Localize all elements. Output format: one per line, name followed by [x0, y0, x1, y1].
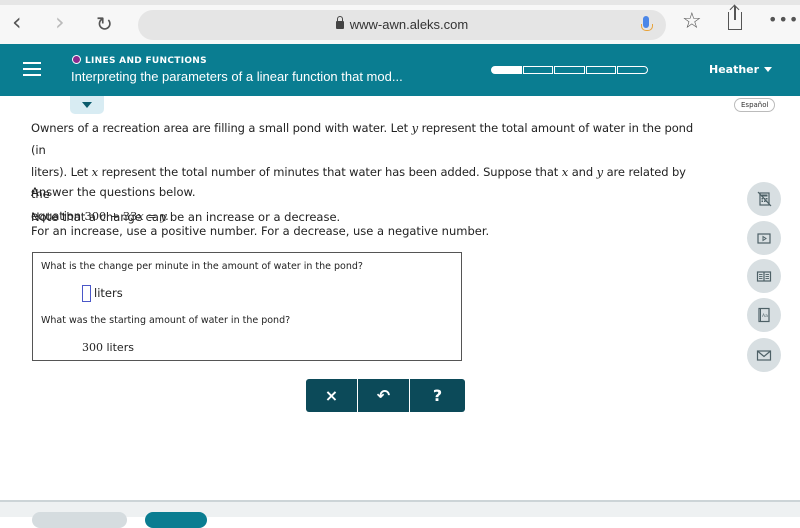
app-header: LINES AND FUNCTIONS Interpreting the par…	[0, 44, 800, 96]
more-options-button[interactable]: •••	[768, 10, 799, 29]
video-button[interactable]	[747, 221, 781, 255]
caret-down-icon	[764, 67, 773, 72]
message-button[interactable]	[747, 338, 781, 372]
answer-action-buttons: × ↶ ?	[306, 379, 465, 412]
user-name: Heather	[709, 63, 760, 76]
progress-segment	[617, 66, 648, 74]
calculator-disabled-button[interactable]	[747, 182, 781, 216]
tab-strip	[0, 0, 800, 5]
answer-panel: What is the change per minute in the amo…	[32, 252, 462, 361]
question-1-label: What is the change per minute in the amo…	[41, 261, 363, 272]
calculator-disabled-icon	[757, 191, 772, 207]
back-button[interactable]: ‹	[12, 10, 22, 34]
svg-text:Aa: Aa	[762, 313, 768, 319]
footer-secondary-button[interactable]	[32, 512, 127, 528]
note-line-1: Note that a change can be an increase or…	[31, 210, 341, 224]
topic-status-dot-icon	[72, 55, 81, 64]
progress-segment	[522, 66, 554, 74]
starting-amount-value: 300	[82, 341, 103, 354]
open-book-icon	[756, 271, 772, 282]
url-display: www-awn.aleks.com	[138, 16, 666, 32]
microphone-icon[interactable]	[641, 16, 653, 31]
play-video-icon	[757, 233, 771, 244]
progress-segment	[554, 66, 585, 74]
lock-icon	[335, 16, 344, 29]
browser-toolbar: ‹ › ↻ www-awn.aleks.com ☆ •••	[0, 0, 800, 44]
note-line-2: For an increase, use a positive number. …	[31, 224, 490, 238]
question-2-label: What was the starting amount of water in…	[41, 315, 291, 326]
help-button[interactable]: ?	[410, 379, 465, 412]
language-toggle-button[interactable]: Español	[734, 98, 776, 112]
answer-prompt: Answer the questions below.	[31, 185, 196, 199]
progress-segment	[491, 66, 522, 74]
hamburger-menu-icon[interactable]	[23, 62, 41, 76]
footer-bar	[0, 500, 800, 528]
question-1-unit: liters	[94, 286, 123, 300]
question-2-unit: liters	[106, 341, 134, 354]
forward-button[interactable]: ›	[55, 10, 65, 34]
dictionary-button[interactable]: Aa	[747, 298, 781, 332]
topic-label: LINES AND FUNCTIONS	[72, 55, 207, 66]
user-menu[interactable]: Heather	[709, 63, 773, 76]
reload-button[interactable]: ↻	[96, 12, 113, 36]
change-per-minute-input[interactable]	[82, 285, 91, 302]
url-text: www-awn.aleks.com	[349, 17, 469, 32]
textbook-button[interactable]	[747, 259, 781, 293]
share-icon[interactable]	[728, 6, 742, 30]
clear-button[interactable]: ×	[306, 379, 357, 412]
progress-bar	[491, 66, 648, 74]
progress-segment	[585, 66, 617, 74]
bookmark-star-button[interactable]: ☆	[682, 9, 702, 34]
dictionary-icon: Aa	[758, 307, 770, 323]
problem-line-1: Owners of a recreation area are filling …	[31, 121, 694, 157]
topic-name: LINES AND FUNCTIONS	[85, 56, 207, 66]
lesson-title: Interpreting the parameters of a linear …	[71, 69, 403, 84]
starting-amount-answer: 300 liters	[82, 341, 134, 354]
collapse-toggle-button[interactable]	[70, 96, 104, 114]
envelope-icon	[756, 350, 772, 361]
address-bar[interactable]: www-awn.aleks.com	[138, 10, 666, 40]
footer-primary-button[interactable]	[145, 512, 207, 528]
undo-button[interactable]: ↶	[358, 379, 409, 412]
